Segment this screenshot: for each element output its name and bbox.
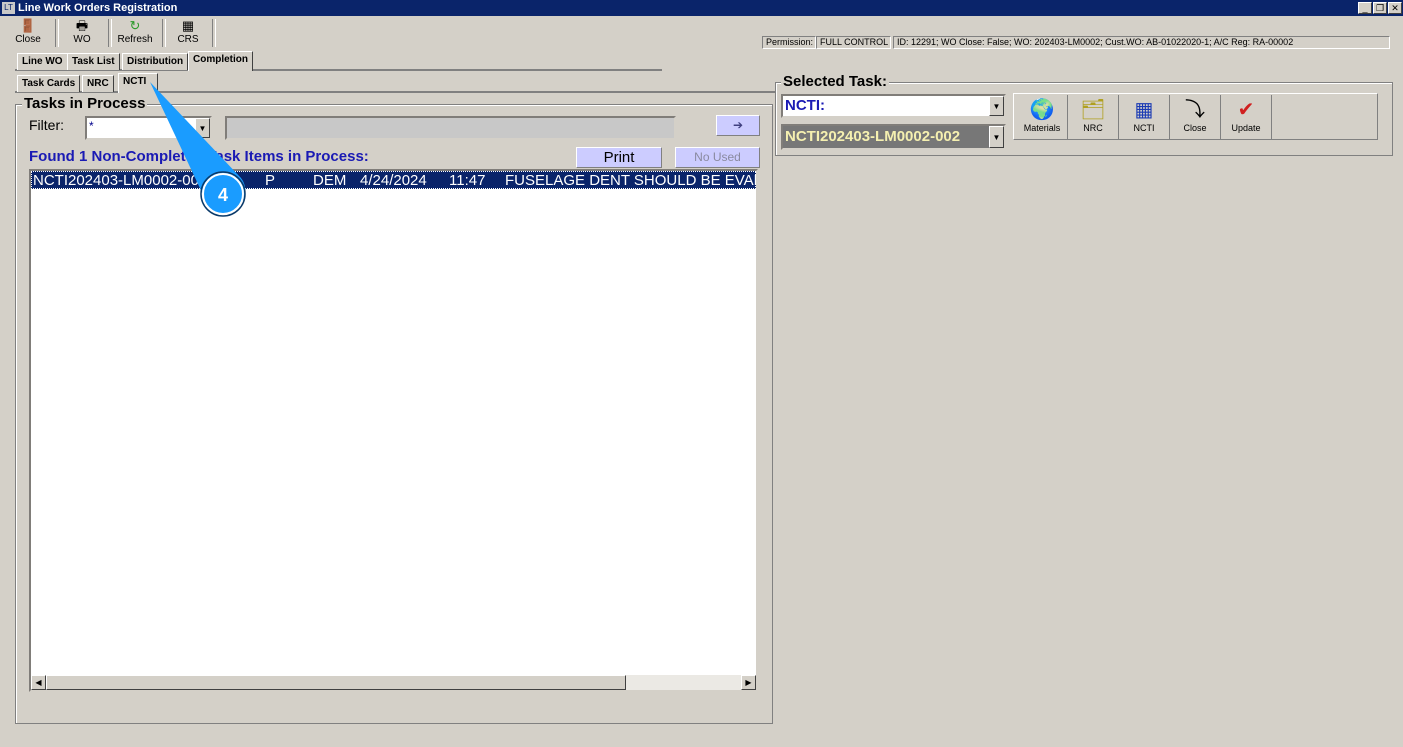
step-callout: 4	[150, 82, 246, 217]
callout-number: 4	[218, 185, 228, 205]
